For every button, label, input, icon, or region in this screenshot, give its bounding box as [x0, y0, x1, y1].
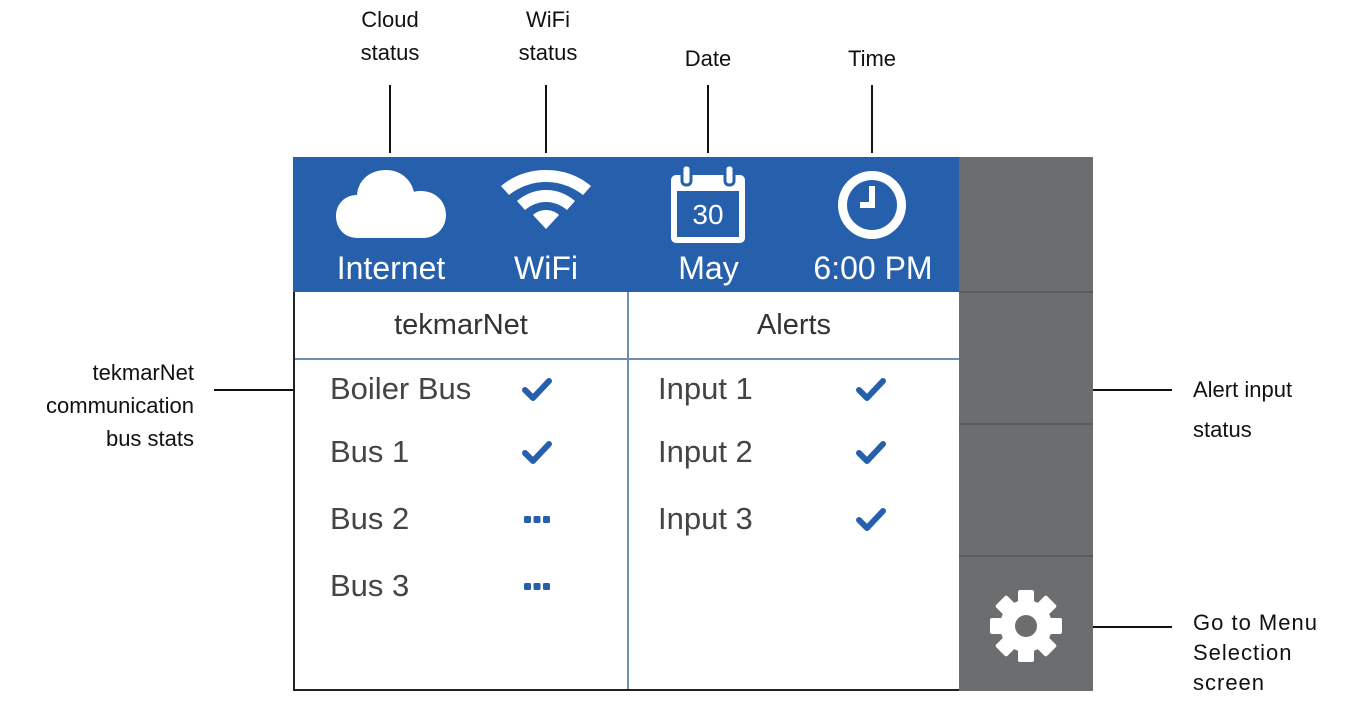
list-item-label: Input 3 — [658, 501, 753, 536]
sidebar-button-3[interactable] — [959, 425, 1093, 555]
callout-line-menu — [1080, 626, 1172, 628]
thermostat-screen: Internet WiFi 30 May 6:00 PM tekmarNet A… — [293, 157, 1093, 691]
callout-tekmarnet-stats: tekmarNet communication bus stats — [46, 360, 194, 451]
list-item-boiler-bus: Boiler Bus — [330, 364, 610, 414]
callout-line-date — [707, 85, 709, 153]
ellipsis-icon — [524, 516, 550, 523]
list-item-label: Boiler Bus — [330, 371, 472, 406]
alerts-title: Alerts — [756, 309, 832, 341]
check-icon — [522, 378, 552, 401]
callout-wifi-status: WiFi status — [518, 7, 578, 65]
check-icon — [856, 441, 886, 464]
cloud-icon — [336, 170, 446, 238]
callout-time: Time — [847, 46, 897, 71]
header-divider — [295, 358, 959, 360]
time-status[interactable]: 6:00 PM — [793, 157, 953, 292]
check-icon — [856, 378, 886, 401]
sidebar — [959, 157, 1093, 691]
sidebar-button-1[interactable] — [959, 157, 1093, 291]
menu-button[interactable] — [959, 557, 1093, 691]
calendar-day: 30 — [692, 199, 724, 230]
list-item-label: Bus 1 — [330, 434, 410, 469]
list-item-label: Input 2 — [658, 434, 753, 469]
wifi-label: WiFi — [514, 250, 578, 286]
status-panel: tekmarNet Alerts Boiler Bus Bus 1 Bus 2 … — [293, 292, 959, 691]
date-status[interactable]: 30 May — [641, 157, 776, 292]
callout-date: Date — [684, 46, 732, 71]
date-month-label: May — [678, 250, 739, 286]
callout-cloud-status: Cloud status — [360, 7, 420, 65]
gear-icon — [990, 590, 1062, 662]
wifi-status[interactable]: WiFi — [476, 157, 616, 292]
list-item-label: Bus 2 — [330, 501, 410, 536]
clock-icon — [838, 171, 906, 239]
sidebar-button-2[interactable] — [959, 293, 1093, 423]
wifi-icon — [501, 170, 591, 229]
tekmarnet-title: tekmarNet — [394, 309, 528, 341]
callout-line-time — [871, 85, 873, 153]
list-item-input-2: Input 2 — [658, 427, 938, 477]
callout-go-to-menu: Go to Menu Selection screen — [1193, 610, 1318, 695]
check-icon — [856, 508, 886, 531]
internet-label: Internet — [336, 250, 446, 286]
list-item-label: Bus 3 — [330, 568, 410, 603]
status-bar: Internet WiFi 30 May 6:00 PM — [293, 157, 959, 292]
list-item-bus-3: Bus 3 — [330, 561, 610, 611]
list-item-label: Input 1 — [658, 371, 753, 406]
time-label: 6:00 PM — [813, 250, 933, 286]
list-item-input-1: Input 1 — [658, 364, 938, 414]
check-icon — [522, 441, 552, 464]
list-item-bus-1: Bus 1 — [330, 427, 610, 477]
callout-alert-input-status: Alert input status — [1193, 377, 1293, 442]
list-item-bus-2: Bus 2 — [330, 494, 610, 544]
internet-status[interactable]: Internet — [306, 157, 476, 292]
callout-line-wifi — [545, 85, 547, 153]
callout-line-cloud — [389, 85, 391, 153]
ellipsis-icon — [524, 583, 550, 590]
list-item-input-3: Input 3 — [658, 494, 938, 544]
